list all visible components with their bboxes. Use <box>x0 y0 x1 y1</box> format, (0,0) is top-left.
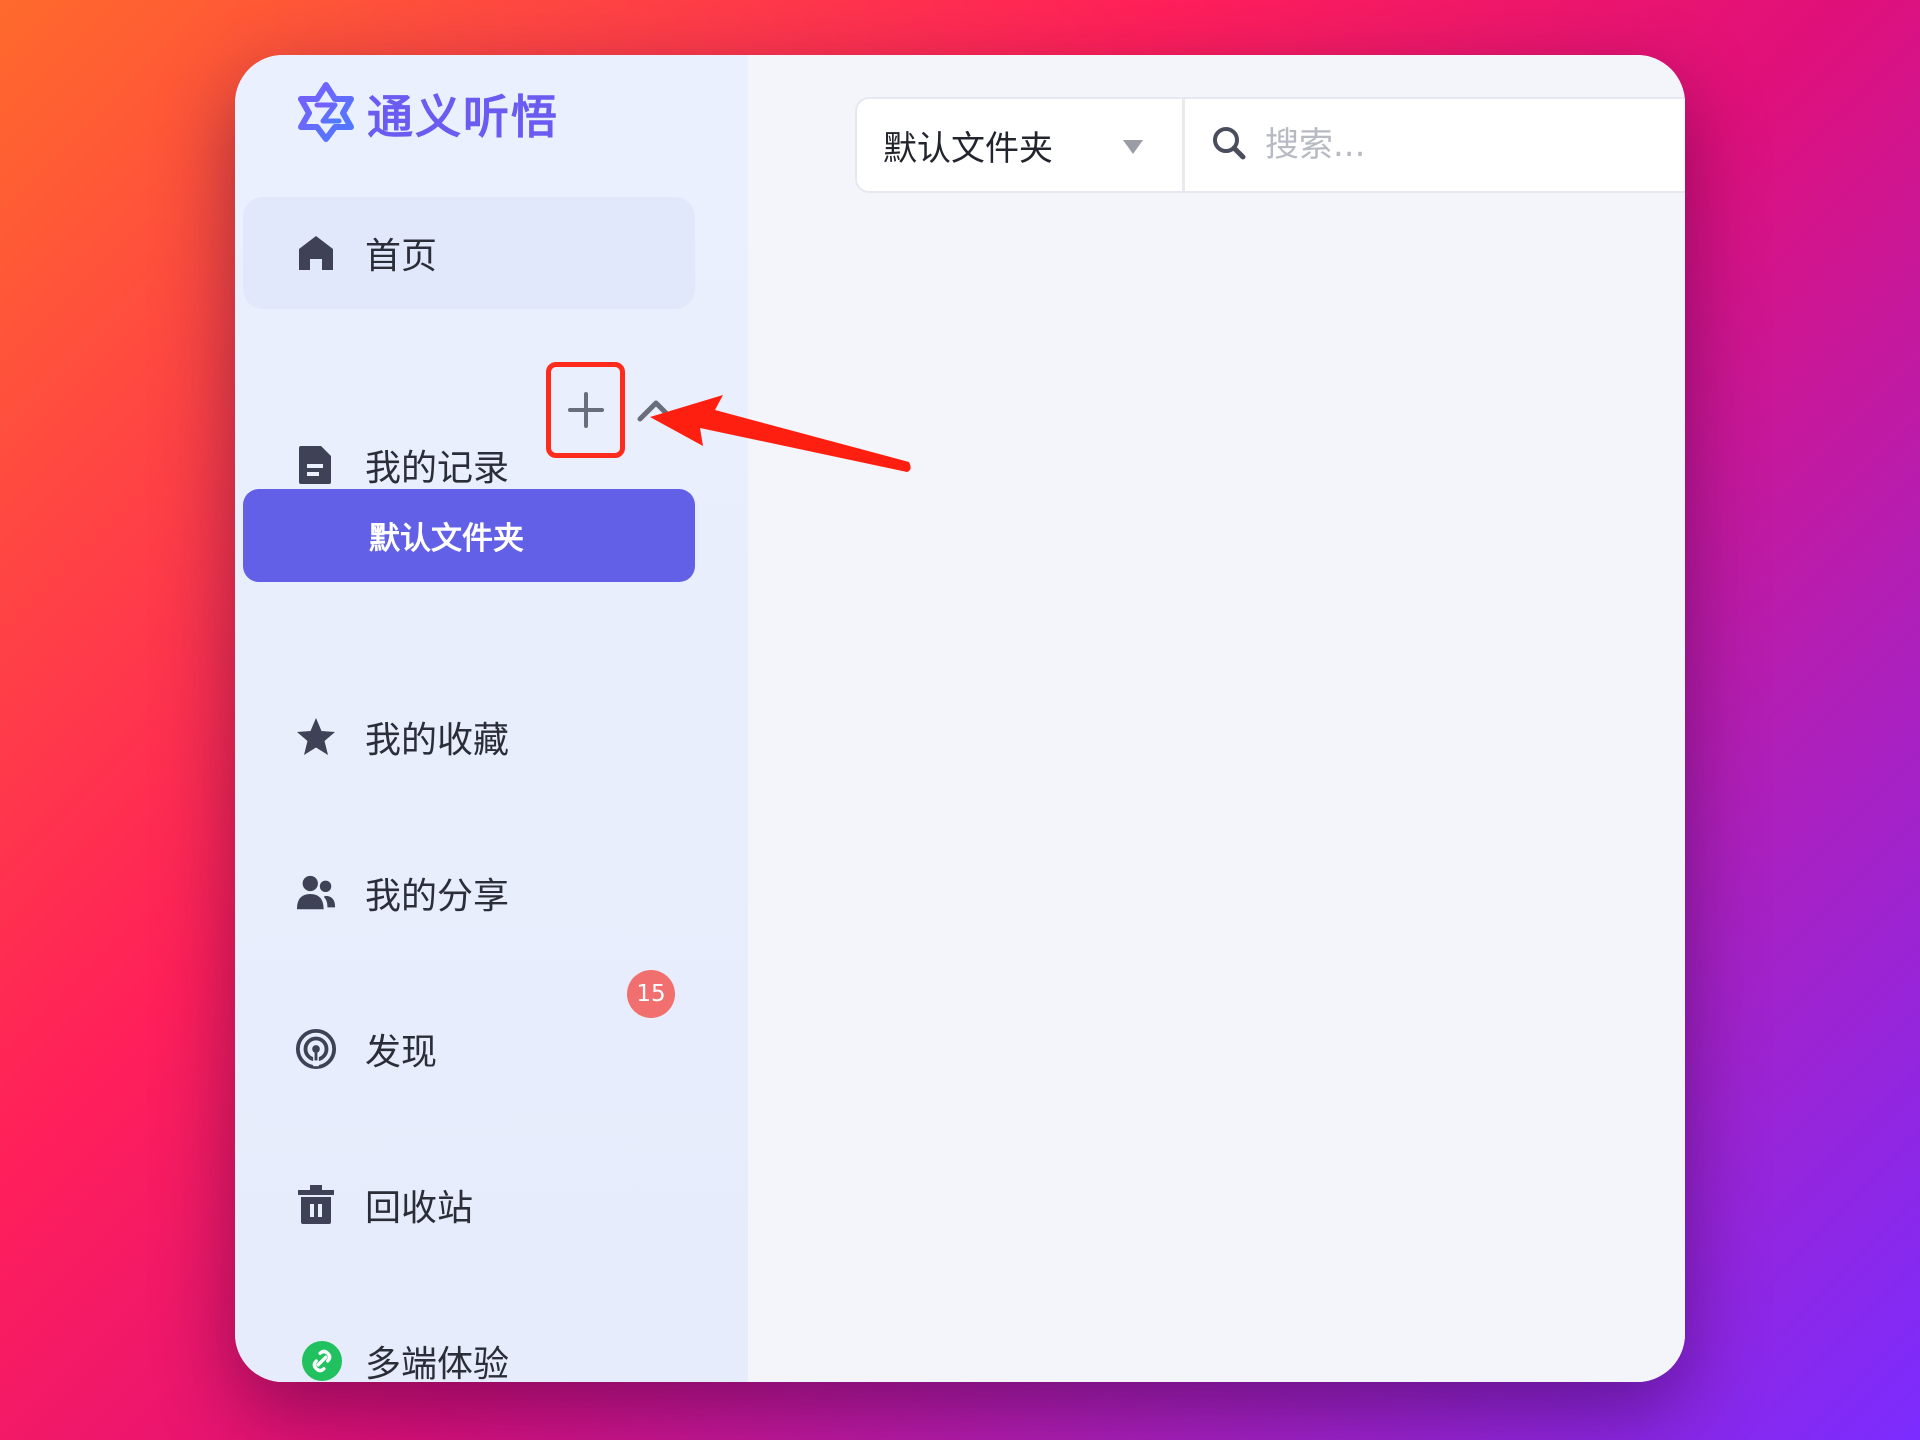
notification-badge: 15 <box>627 970 675 1018</box>
plus-icon <box>567 392 604 428</box>
search-box[interactable] <box>1185 99 1685 191</box>
app-logo[interactable]: 通义听悟 <box>295 81 559 147</box>
star-icon <box>295 716 337 758</box>
folder-select-value: 默认文件夹 <box>883 128 1053 169</box>
folder-select[interactable]: 默认文件夹 <box>857 99 1185 191</box>
search-icon <box>1211 125 1247 165</box>
app-window: 通义听悟 首页 我的记录 默认文件夹 我的收藏 我的分享 发现 15 回收站 多… <box>235 55 1685 1382</box>
sidebar-item-label: 首页 <box>365 236 438 277</box>
link-icon <box>301 1340 343 1382</box>
sidebar-item-label: 我的收藏 <box>365 720 510 761</box>
sidebar-item-label: 我的记录 <box>365 448 510 489</box>
sidebar: 通义听悟 首页 我的记录 默认文件夹 我的收藏 我的分享 发现 15 回收站 多… <box>235 55 748 1382</box>
sidebar-item-discover[interactable]: 发现 <box>243 993 695 1105</box>
sidebar-item-home[interactable]: 首页 <box>243 197 695 309</box>
broadcast-icon <box>295 1028 337 1070</box>
sidebar-item-trash[interactable]: 回收站 <box>243 1149 695 1261</box>
collapse-records-button[interactable] <box>634 395 678 425</box>
logo-text: 通义听悟 <box>367 90 559 144</box>
search-input[interactable] <box>1265 125 1685 165</box>
caret-down-icon <box>1122 139 1144 159</box>
main-content <box>748 55 1685 1382</box>
sidebar-item-shares[interactable]: 我的分享 <box>243 837 695 949</box>
sidebar-item-label: 回收站 <box>365 1188 474 1229</box>
trash-icon <box>295 1184 337 1226</box>
add-folder-button[interactable] <box>546 362 625 458</box>
users-icon <box>295 872 337 914</box>
document-icon <box>295 444 337 486</box>
sidebar-item-favorites[interactable]: 我的收藏 <box>243 681 695 793</box>
toolbar: 默认文件夹 <box>855 97 1685 193</box>
sidebar-item-label: 多端体验 <box>365 1344 510 1382</box>
home-icon <box>295 232 337 274</box>
chevron-up-icon <box>637 400 675 422</box>
sidebar-item-multi-device[interactable]: 多端体验 <box>243 1305 695 1382</box>
sidebar-folder-default[interactable]: 默认文件夹 <box>243 489 695 582</box>
sidebar-item-label: 我的分享 <box>365 876 510 917</box>
folder-label: 默认文件夹 <box>369 521 524 557</box>
sidebar-item-label: 发现 <box>365 1032 438 1073</box>
logo-icon <box>295 81 357 147</box>
